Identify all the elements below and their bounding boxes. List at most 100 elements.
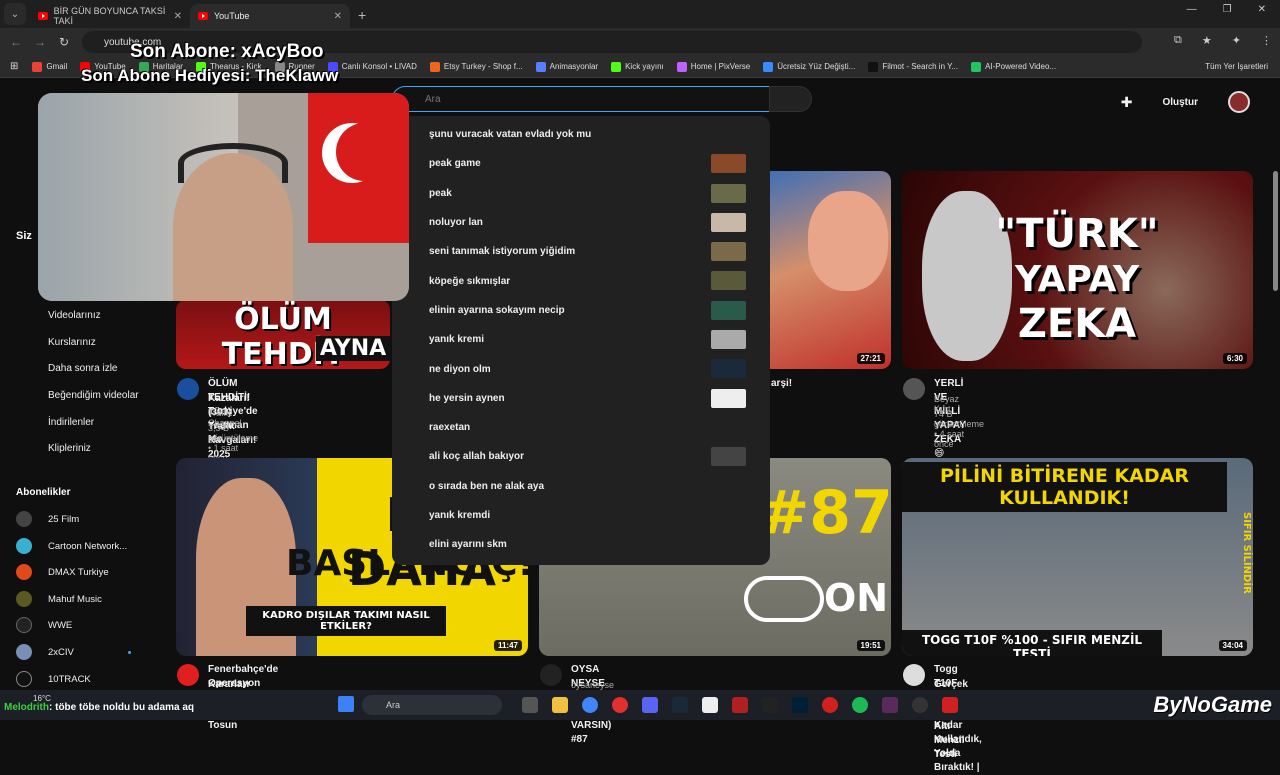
forward-icon[interactable]: →: [28, 35, 52, 49]
apps-icon[interactable]: ⊞: [10, 61, 18, 72]
bookmark[interactable]: Gmail: [32, 61, 67, 72]
steam-icon[interactable]: [672, 697, 688, 713]
star-icon[interactable]: ★: [1202, 34, 1212, 47]
create-button[interactable]: Oluştur: [1162, 97, 1198, 108]
task-view-icon[interactable]: [522, 697, 538, 713]
sidebar-item-liked-videos[interactable]: Beğendiğim videolar: [48, 390, 139, 401]
bookmark[interactable]: Filmot - Search in Y...: [868, 61, 958, 72]
photoshop-icon[interactable]: [792, 697, 808, 713]
minimize-icon[interactable]: —: [1187, 4, 1197, 15]
extensions-icon[interactable]: ✦: [1232, 34, 1241, 47]
tab-youtube[interactable]: YouTube ✕: [190, 4, 350, 28]
subscription-item[interactable]: 2xCIV: [16, 644, 74, 660]
suggestion-item[interactable]: ne diyon olm: [392, 354, 770, 383]
channel-avatar: [16, 511, 32, 527]
video-title[interactable]: arşi!: [771, 377, 792, 391]
video-thumbnail[interactable]: 27:21: [768, 171, 891, 369]
search-input[interactable]: Ara: [392, 86, 770, 112]
new-content-dot: [128, 651, 131, 654]
suggestion-item[interactable]: he yersin aynen: [392, 384, 770, 413]
bookmark[interactable]: Home | PixVerse: [676, 61, 750, 72]
you-heading[interactable]: Siz: [16, 230, 32, 242]
channel-avatar[interactable]: [540, 664, 562, 686]
video-thumbnail[interactable]: ÖLÜM TEHDİT AYNA: [176, 300, 390, 369]
epic-games-icon[interactable]: [762, 697, 778, 713]
channel-name[interactable]: oysaneyse: [571, 680, 614, 690]
back-icon[interactable]: ←: [4, 35, 28, 49]
subscription-item[interactable]: DMAX Turkiye: [16, 564, 109, 580]
sidebar-item-clips[interactable]: Klipleriniz: [48, 443, 91, 454]
subscription-item[interactable]: Mahuf Music: [16, 591, 102, 607]
suggestion-item[interactable]: o sırada ben ne alak aya: [392, 472, 770, 501]
suggestion-item[interactable]: ali koç allah bakıyor: [392, 442, 770, 471]
chrome-icon[interactable]: [582, 697, 598, 713]
suggestion-item[interactable]: noluyor lan: [392, 208, 770, 237]
bookmark[interactable]: Kick yayını: [611, 61, 664, 72]
reload-icon[interactable]: ↻: [52, 35, 76, 49]
capcut-icon[interactable]: [702, 697, 718, 713]
opera-icon[interactable]: [612, 697, 628, 713]
discord-icon[interactable]: [642, 697, 658, 713]
suggestion-item[interactable]: şunu vuracak vatan evladı yok mu: [392, 120, 770, 149]
channel-avatar[interactable]: [177, 664, 199, 686]
sidebar-item-watch-later[interactable]: Daha sonra izle: [48, 363, 117, 374]
tab-search-button[interactable]: ⌄: [4, 3, 26, 25]
page-scrollbar[interactable]: [1273, 171, 1278, 291]
suggestion-item[interactable]: peak: [392, 179, 770, 208]
suggestion-item[interactable]: köpeğe sıkmışlar: [392, 266, 770, 295]
app-icon[interactable]: [732, 697, 748, 713]
channel-avatar[interactable]: [903, 664, 925, 686]
create-icon[interactable]: ✚: [1121, 94, 1133, 111]
suggestion-item[interactable]: elinin ayarına sokayım necip: [392, 296, 770, 325]
tab-taxi[interactable]: BİR GÜN BOYUNCA TAKSİ TAKİ ✕: [30, 4, 190, 28]
suggestion-item[interactable]: seni tanımak istiyorum yiğidim: [392, 237, 770, 266]
subscription-item[interactable]: 10TRACK: [16, 671, 91, 687]
search-button[interactable]: [769, 86, 812, 112]
bookmark[interactable]: Ücretsiz Yüz Değişti...: [763, 61, 855, 72]
suggestion-thumbnail: [711, 330, 746, 350]
bookmark[interactable]: AI-Powered Video...: [971, 61, 1056, 72]
menu-icon[interactable]: ⋮: [1261, 34, 1272, 47]
subscription-item[interactable]: 25 Film: [16, 511, 79, 527]
video-thumbnail[interactable]: "TÜRK" YAPAY ZEKA 6:30: [902, 171, 1253, 369]
chat-message: Melodrith: töbe töbe noldu bu adama aq: [4, 702, 194, 713]
app-icon[interactable]: [822, 697, 838, 713]
app-icon[interactable]: [942, 697, 958, 713]
maximize-icon[interactable]: ❐: [1223, 4, 1232, 15]
suggestion-item[interactable]: raexetan: [392, 413, 770, 442]
close-tab-icon[interactable]: ✕: [334, 11, 342, 22]
bookmark[interactable]: Canlı Konsol • LIVAD: [327, 61, 417, 72]
subscriptions-heading[interactable]: Abonelikler: [16, 487, 70, 498]
suggestion-item[interactable]: peak game: [392, 149, 770, 178]
suggestion-item[interactable]: yanık kremdi: [392, 501, 770, 530]
close-window-icon[interactable]: ✕: [1258, 4, 1266, 15]
bookmark[interactable]: Etsy Turkey - Shop f...: [429, 61, 523, 72]
obs-icon[interactable]: [912, 697, 928, 713]
taskbar-search[interactable]: Ara: [362, 695, 502, 715]
close-tab-icon[interactable]: ✕: [174, 11, 182, 22]
new-tab-button[interactable]: +: [358, 7, 366, 23]
channel-avatar: [16, 644, 32, 660]
cast-icon[interactable]: ⧉: [1174, 34, 1182, 47]
sidebar-item-your-videos[interactable]: Videolarınız: [48, 310, 101, 321]
channel-avatar[interactable]: [177, 378, 199, 400]
video-thumbnail[interactable]: PİLİNİ BİTİRENE KADAR KULLANDIK! TOGG T1…: [902, 458, 1253, 656]
subscription-item[interactable]: Cartoon Network...: [16, 538, 127, 554]
subscription-item[interactable]: WWE: [16, 617, 72, 633]
thumbnail-text: SIFIR SİLİNDİR: [1241, 512, 1252, 594]
suggestion-item[interactable]: yanık kremi: [392, 325, 770, 354]
suggestion-thumbnail: [711, 242, 746, 262]
sidebar-item-downloads[interactable]: İndirilenler: [48, 417, 94, 428]
app-icon[interactable]: [882, 697, 898, 713]
account-avatar[interactable]: [1228, 91, 1250, 113]
search-placeholder: Ara: [425, 93, 441, 105]
channel-avatar[interactable]: [903, 378, 925, 400]
file-explorer-icon[interactable]: [552, 697, 568, 713]
spotify-icon[interactable]: [852, 697, 868, 713]
all-bookmarks[interactable]: Tüm Yer İşaretleri: [1205, 62, 1268, 71]
bookmark[interactable]: Animasyonlar: [535, 61, 598, 72]
windows-start-icon[interactable]: [338, 696, 354, 712]
thumbnail-text: KADRO DIŞILAR TAKIMI NASIL ETKİLER?: [246, 606, 446, 636]
sidebar-item-courses[interactable]: Kurslarınız: [48, 337, 96, 348]
suggestion-item[interactable]: elini ayarını skm: [392, 530, 770, 559]
